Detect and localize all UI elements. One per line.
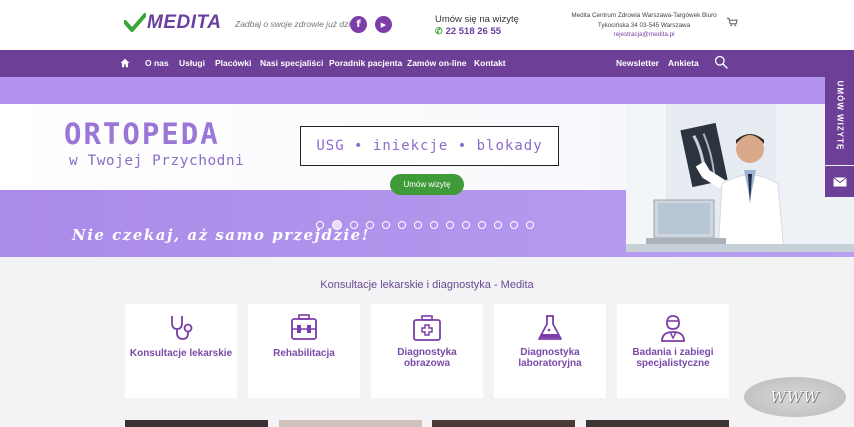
slider-dot[interactable]	[526, 221, 534, 229]
logo-check-icon	[124, 13, 146, 32]
phone-number: 22 518 26 55	[445, 26, 502, 37]
article-thumbnail[interactable]	[125, 420, 268, 427]
nav-item-uslugi[interactable]: Usługi	[179, 50, 205, 77]
nav-item-o-nas[interactable]: O nas	[145, 50, 169, 77]
card-laboratory[interactable]: Diagnostyka laboratoryjna	[494, 304, 606, 398]
site-header: MEDITA Zadbaj o swoje zdrowie już dziś! …	[0, 0, 854, 50]
cart-icon[interactable]	[727, 17, 738, 27]
email-link[interactable]: rejestracja@medita.pl	[560, 30, 728, 40]
appointment-label: Umów się na wizytę	[435, 14, 519, 25]
side-email-button[interactable]	[825, 166, 854, 197]
side-tab-label: UMÓW WIZYTĘ	[835, 80, 844, 150]
book-visit-button[interactable]: Umów wizytę	[390, 174, 464, 195]
card-label: Rehabilitacja	[273, 348, 335, 359]
nav-item-specjalisci[interactable]: Nasi specjaliści	[260, 50, 323, 77]
slider-dot[interactable]	[316, 221, 324, 229]
search-icon[interactable]	[714, 55, 728, 69]
article-thumbnail[interactable]	[432, 420, 575, 427]
card-consultations[interactable]: Konsultacje lekarskie	[125, 304, 237, 398]
hero-slider: ORTOPEDA w Twojej Przychodni USG • iniek…	[0, 77, 854, 257]
nav-item-kontakt[interactable]: Kontakt	[474, 50, 506, 77]
address-line-2: Tykocińska 34 03-545 Warszawa	[597, 21, 691, 29]
card-specialist[interactable]: Badania i zabiegi specjalistyczne	[617, 304, 729, 398]
medical-case-icon	[413, 315, 441, 341]
card-label: Konsultacje lekarskie	[129, 348, 233, 359]
card-imaging[interactable]: Diagnostyka obrazowa	[371, 304, 483, 398]
nav-item-poradnik[interactable]: Poradnik pacjenta	[329, 50, 402, 77]
rehabilitation-icon	[291, 314, 317, 340]
slider-dot[interactable]	[414, 221, 422, 229]
nav-item-zamow[interactable]: Zamów on-line	[407, 50, 467, 77]
card-label: Diagnostyka obrazowa	[397, 347, 457, 369]
address-block: Medita Centrum Zdrowia Warszawa-Targówek…	[560, 11, 728, 40]
envelope-icon	[832, 176, 847, 186]
slider-dot[interactable]	[366, 221, 374, 229]
stethoscope-icon	[171, 316, 193, 340]
doctor-icon	[661, 315, 685, 342]
hero-subtitle: w Twojej Przychodni	[69, 153, 245, 169]
hero-services-box: USG • iniekcje • blokady	[300, 126, 559, 166]
tagline: Zadbaj o swoje zdrowie już dziś!	[235, 19, 357, 29]
book-visit-side-tab[interactable]: UMÓW WIZYTĘ	[825, 65, 854, 165]
home-icon[interactable]	[120, 58, 130, 68]
article-thumbnail[interactable]	[279, 420, 422, 427]
nav-item-ankieta[interactable]: Ankieta	[668, 50, 699, 77]
slider-dot[interactable]	[398, 221, 406, 229]
slider-dot[interactable]	[494, 221, 502, 229]
card-label: Diagnostyka laboratoryjna	[518, 347, 582, 369]
phone-icon: ✆	[435, 26, 443, 36]
youtube-icon[interactable]: ▶	[375, 16, 392, 33]
logo-text: MEDITA	[147, 12, 222, 33]
watermark-text: WWW	[770, 388, 820, 406]
main-nav: O nas Usługi Placówki Nasi specjaliści P…	[0, 50, 854, 77]
article-thumbnail[interactable]	[586, 420, 729, 427]
hero-top-band	[0, 77, 854, 104]
flask-icon	[538, 315, 562, 340]
slider-dot[interactable]	[446, 221, 454, 229]
slider-dot[interactable]	[332, 220, 342, 230]
www-watermark: WWW	[744, 377, 846, 417]
nav-item-placowki[interactable]: Placówki	[215, 50, 251, 77]
slider-dot[interactable]	[510, 221, 518, 229]
slider-dot[interactable]	[382, 221, 390, 229]
doctor-photo	[626, 104, 854, 252]
medita-logo[interactable]: MEDITA	[124, 12, 221, 34]
phone-link[interactable]: ✆ 22 518 26 55	[435, 26, 501, 37]
slider-dot[interactable]	[350, 221, 358, 229]
card-label: Badania i zabiegi specjalistyczne	[632, 347, 714, 369]
address-line-1: Medita Centrum Zdrowia Warszawa-Targówek…	[571, 12, 717, 19]
doctor-illustration	[626, 104, 854, 252]
nav-item-newsletter[interactable]: Newsletter	[616, 50, 659, 77]
section-title: Konsultacje lekarskie i diagnostyka - Me…	[320, 279, 534, 291]
slider-dot[interactable]	[430, 221, 438, 229]
slider-dot[interactable]	[462, 221, 470, 229]
slider-dots	[316, 220, 534, 230]
slider-dot[interactable]	[478, 221, 486, 229]
card-rehabilitation[interactable]: Rehabilitacja	[248, 304, 360, 398]
facebook-icon[interactable]: f	[350, 16, 367, 33]
hero-title: ORTOPEDA	[64, 117, 220, 151]
